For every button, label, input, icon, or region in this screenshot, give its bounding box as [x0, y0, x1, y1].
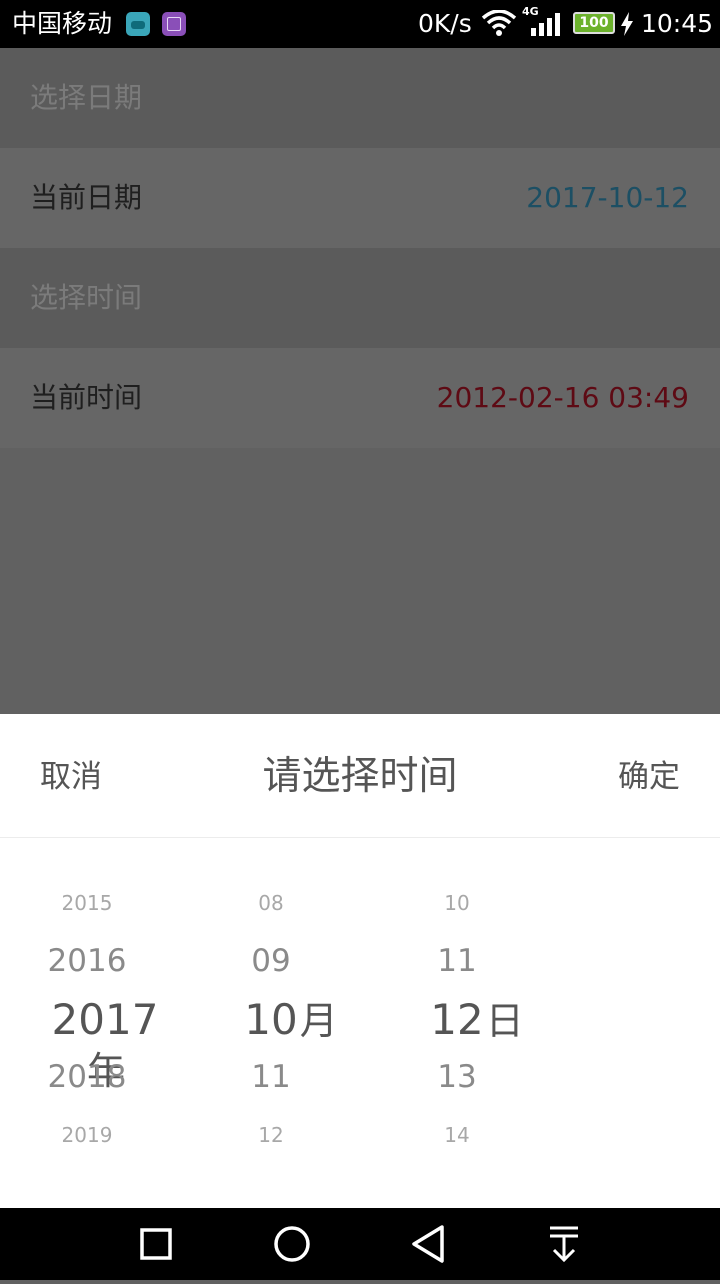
home-icon[interactable]: [256, 1208, 328, 1280]
carrier-name: 中国移动: [12, 9, 113, 38]
current-date-row[interactable]: 当前日期 2017-10-12: [0, 148, 720, 248]
month-option[interactable]: 09: [206, 942, 336, 980]
date-section-label: 选择日期: [30, 81, 143, 114]
current-date-value: 2017-10-12: [526, 181, 689, 214]
android-app-icon: [126, 12, 150, 36]
status-bar: 中国移动 0K/s 4G 100 10:45: [0, 0, 720, 48]
year-option[interactable]: 2015: [22, 890, 152, 916]
day-option[interactable]: 14: [392, 1122, 522, 1148]
battery-icon: 100: [573, 12, 615, 34]
notification-pulldown-icon[interactable]: [528, 1208, 600, 1280]
day-option[interactable]: 13: [392, 1058, 522, 1096]
month-unit: 月: [299, 999, 338, 1043]
net-speed: 0K/s: [418, 9, 472, 38]
picker-header: 取消 请选择时间 确定: [0, 714, 720, 838]
selected-day-value: 12: [430, 995, 484, 1044]
recents-icon[interactable]: [120, 1208, 192, 1280]
picker-title: 请选择时间: [262, 754, 458, 799]
selected-month-value: 10: [244, 995, 298, 1044]
current-time-row[interactable]: 当前时间 2012-02-16 03:49: [0, 348, 720, 448]
day-option[interactable]: 10: [392, 890, 522, 916]
month-option[interactable]: 08: [206, 890, 336, 916]
year-wheel[interactable]: 2015 2016 2017年 2018 2019: [40, 838, 170, 1208]
day-wheel[interactable]: 10 11 12日 13 14: [392, 838, 523, 1208]
back-icon[interactable]: [392, 1208, 464, 1280]
current-time-value: 2012-02-16 03:49: [436, 381, 689, 414]
date-section-header: 选择日期: [0, 48, 720, 148]
month-option[interactable]: 11: [206, 1058, 336, 1096]
current-date-label: 当前日期: [30, 181, 143, 214]
charging-icon: [620, 12, 634, 40]
year-option[interactable]: 2016: [22, 942, 152, 980]
selected-day[interactable]: 12日: [412, 995, 542, 1046]
selected-year-value: 2017: [51, 995, 159, 1044]
signal-icon: [530, 12, 562, 40]
year-option[interactable]: 2019: [22, 1122, 152, 1148]
day-option[interactable]: 11: [392, 942, 522, 980]
year-option[interactable]: 2018: [22, 1058, 152, 1096]
date-picker-sheet: 取消 请选择时间 确定 2015 2016 2017年 2018 2019 08…: [0, 714, 720, 1208]
navigation-bar: [0, 1208, 720, 1280]
day-unit: 日: [485, 999, 524, 1043]
wifi-icon: [481, 9, 517, 40]
time-section-label: 选择时间: [30, 281, 143, 314]
time-section-header: 选择时间: [0, 248, 720, 348]
clock: 10:45: [641, 9, 714, 38]
month-wheel[interactable]: 08 09 10月 11 12: [226, 838, 356, 1208]
selected-month[interactable]: 10月: [226, 995, 356, 1046]
confirm-button[interactable]: 确定: [618, 758, 680, 796]
gallery-app-icon: [162, 12, 186, 36]
month-option[interactable]: 12: [206, 1122, 336, 1148]
current-time-label: 当前时间: [30, 381, 143, 414]
